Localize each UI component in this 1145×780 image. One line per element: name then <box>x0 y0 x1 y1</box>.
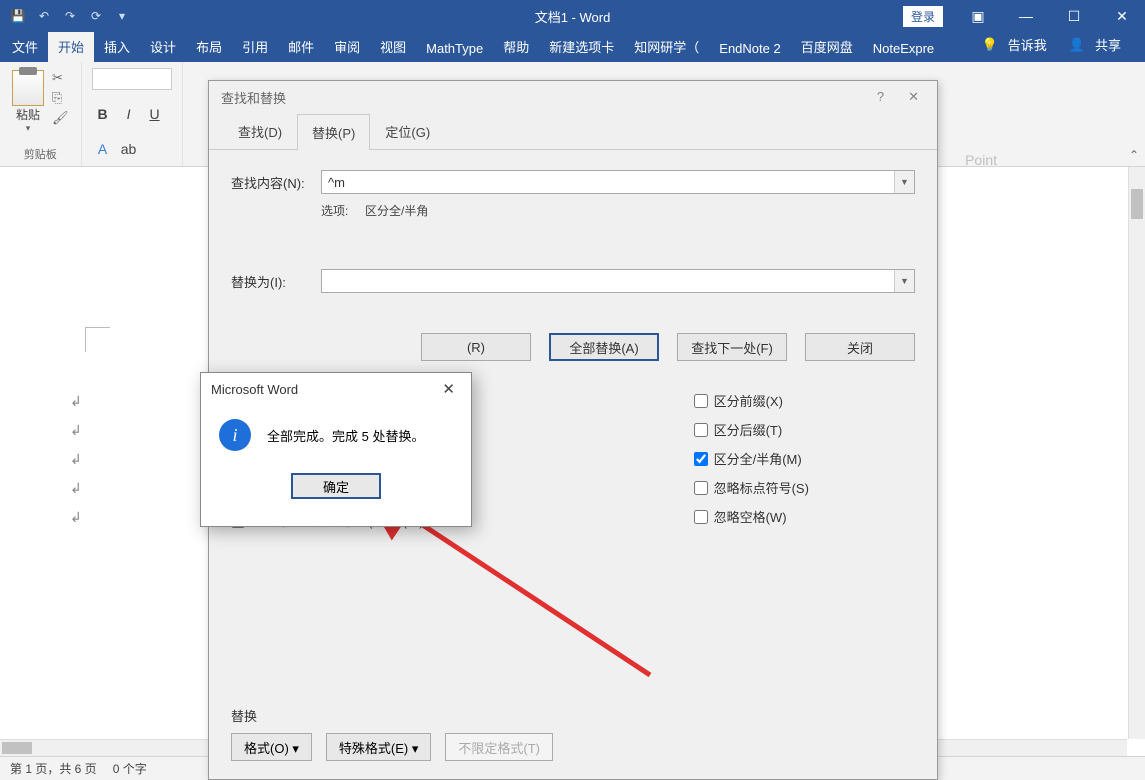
tab-mailings[interactable]: 邮件 <box>278 31 324 62</box>
tab-baidu[interactable]: 百度网盘 <box>791 31 863 62</box>
more-button[interactable]: (R) <box>421 333 531 361</box>
title-bar: 💾 ↶ ↷ ⟳ ▾ 文档1 - Word 登录 ▣ — ☐ ✕ <box>0 0 1145 32</box>
tab-noteexpress[interactable]: NoteExpre <box>863 35 944 62</box>
check-punct[interactable]: 忽略标点符号(S) <box>694 478 809 497</box>
window-title: 文档1 - Word <box>535 7 611 26</box>
message-box: Microsoft Word ✕ i 全部完成。完成 5 处替换。 确定 <box>200 372 472 527</box>
tab-mathtype[interactable]: MathType <box>416 35 493 62</box>
group-font: B I U A ab <box>82 62 183 166</box>
tab-cnki[interactable]: 知网研学（ <box>624 31 709 62</box>
underline-button[interactable]: U <box>144 103 166 125</box>
options-label: 选项: <box>321 204 348 218</box>
replace-input[interactable]: ▼ <box>321 269 915 293</box>
tab-goto[interactable]: 定位(G) <box>370 113 445 149</box>
dialog-title: 查找和替换 <box>221 88 286 107</box>
tab-newtab[interactable]: 新建选项卡 <box>539 31 624 62</box>
highlight-button[interactable]: ab <box>118 138 140 160</box>
tab-replace[interactable]: 替换(P) <box>297 114 370 150</box>
placeholder-hint: Point <box>965 152 997 168</box>
tab-view[interactable]: 视图 <box>370 31 416 62</box>
replace-label: 替换为(I): <box>231 272 321 291</box>
dialog-title-bar: 查找和替换 ? ✕ <box>209 81 937 113</box>
word-count[interactable]: 0 个字 <box>113 760 147 777</box>
tab-design[interactable]: 设计 <box>140 31 186 62</box>
document-canvas[interactable]: ↲ ↲ ↲ ↲ ↲ <box>30 207 210 532</box>
dialog-close-icon[interactable]: ✕ <box>902 87 925 107</box>
check-suffix[interactable]: 区分后缀(T) <box>694 420 809 439</box>
login-button[interactable]: 登录 <box>903 6 943 27</box>
close-button[interactable]: 关闭 <box>805 333 915 361</box>
vertical-scrollbar[interactable] <box>1128 167 1145 739</box>
tab-find[interactable]: 查找(D) <box>223 113 297 149</box>
tell-me[interactable]: 💡 告诉我 <box>976 27 1059 62</box>
share-button[interactable]: 👤 共享 <box>1063 27 1133 62</box>
font-color-button[interactable]: A <box>92 138 114 160</box>
page-indicator[interactable]: 第 1 页，共 6 页 <box>10 760 97 777</box>
group-label-clipboard: 剪贴板 <box>8 142 73 162</box>
bold-button[interactable]: B <box>92 103 114 125</box>
tab-layout[interactable]: 布局 <box>186 31 232 62</box>
paste-label: 粘贴 <box>16 106 40 123</box>
paragraph-mark: ↲ <box>30 387 210 416</box>
paragraph-mark: ↲ <box>30 416 210 445</box>
check-prefix[interactable]: 区分前缀(X) <box>694 391 809 410</box>
find-input[interactable]: ^m ▼ <box>321 170 915 194</box>
undo-icon[interactable]: ↶ <box>34 6 54 26</box>
ok-button[interactable]: 确定 <box>291 473 381 499</box>
special-format-button[interactable]: 特殊格式(E) ▾ <box>326 733 431 761</box>
help-icon[interactable]: ? <box>871 87 890 107</box>
replace-all-button[interactable]: 全部替换(A) <box>549 333 659 361</box>
maximize-icon[interactable]: ☐ <box>1051 0 1097 32</box>
italic-button[interactable]: I <box>118 103 140 125</box>
check-space[interactable]: 忽略空格(W) <box>694 507 809 526</box>
no-format-button: 不限定格式(T) <box>445 733 553 761</box>
ribbon-display-icon[interactable]: ▣ <box>955 0 1001 32</box>
format-painter-icon[interactable]: 🖌 <box>52 110 69 126</box>
save-icon[interactable]: 💾 <box>8 6 28 26</box>
chevron-down-icon[interactable]: ▼ <box>894 171 914 193</box>
paragraph-mark: ↲ <box>30 474 210 503</box>
paste-button[interactable]: 粘贴 ▾ <box>8 66 48 138</box>
dialog-tabs: 查找(D) 替换(P) 定位(G) <box>209 113 937 150</box>
tab-references[interactable]: 引用 <box>232 31 278 62</box>
redo-icon[interactable]: ↷ <box>60 6 80 26</box>
ribbon-tabs: 文件 开始 插入 设计 布局 引用 邮件 审阅 视图 MathType 帮助 新… <box>0 32 1145 62</box>
format-button[interactable]: 格式(O) ▾ <box>231 733 312 761</box>
minimize-icon[interactable]: — <box>1003 0 1049 32</box>
tab-help[interactable]: 帮助 <box>493 31 539 62</box>
tab-home[interactable]: 开始 <box>48 31 94 62</box>
tab-insert[interactable]: 插入 <box>94 31 140 62</box>
cut-icon[interactable]: ✂ <box>52 70 69 86</box>
msgbox-title: Microsoft Word <box>211 382 298 397</box>
replace-section-label: 替换 <box>231 706 915 725</box>
tab-endnote[interactable]: EndNote 2 <box>709 35 790 62</box>
info-icon: i <box>219 419 251 451</box>
collapse-ribbon-icon[interactable]: ⌃ <box>1129 148 1139 162</box>
copy-icon[interactable]: ⎘ <box>52 90 69 106</box>
group-clipboard: 粘贴 ▾ ✂ ⎘ 🖌 剪贴板 <box>0 62 82 166</box>
find-next-button[interactable]: 查找下一处(F) <box>677 333 787 361</box>
customize-qat-icon[interactable]: ▾ <box>112 6 132 26</box>
tab-review[interactable]: 审阅 <box>324 31 370 62</box>
options-value: 区分全/半角 <box>365 204 428 218</box>
refresh-icon[interactable]: ⟳ <box>86 6 106 26</box>
clipboard-icon <box>12 70 44 106</box>
msgbox-close-icon[interactable]: ✕ <box>436 378 461 400</box>
msgbox-message: 全部完成。完成 5 处替换。 <box>267 426 424 445</box>
quick-access-toolbar: 💾 ↶ ↷ ⟳ ▾ <box>0 6 132 26</box>
paragraph-mark: ↲ <box>30 445 210 474</box>
find-label: 查找内容(N): <box>231 173 321 192</box>
font-name-combo[interactable] <box>92 68 172 90</box>
check-fullhalf[interactable]: 区分全/半角(M) <box>694 449 809 468</box>
tab-file[interactable]: 文件 <box>2 31 48 62</box>
chevron-down-icon[interactable]: ▼ <box>894 270 914 292</box>
find-value: ^m <box>328 175 345 190</box>
paragraph-mark: ↲ <box>30 503 210 532</box>
close-icon[interactable]: ✕ <box>1099 0 1145 32</box>
